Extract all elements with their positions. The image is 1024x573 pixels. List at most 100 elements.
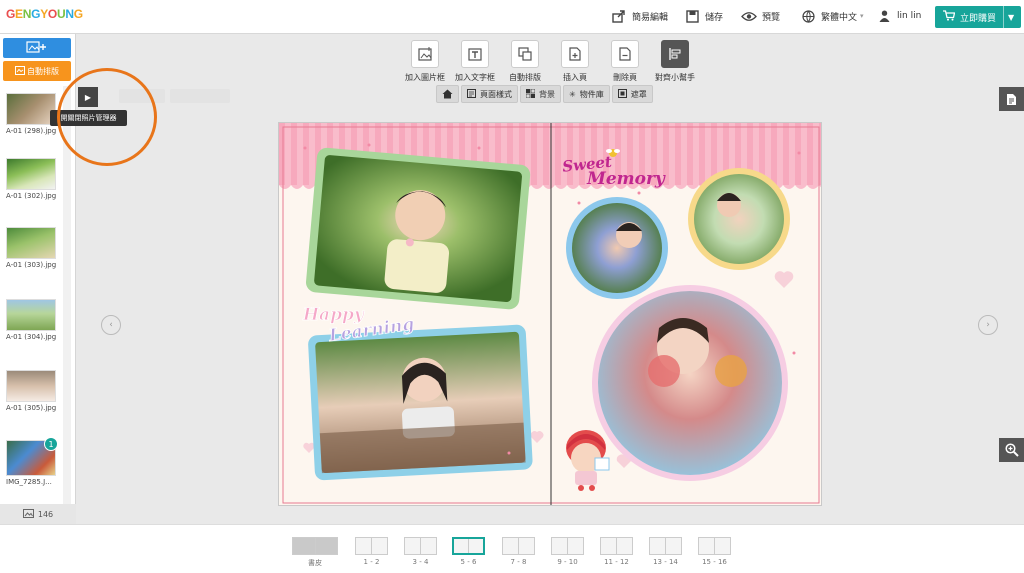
page-thumb[interactable]: 1 - 2 bbox=[355, 537, 388, 566]
auto-layout-tool[interactable]: 自動排版 bbox=[500, 40, 550, 83]
page-thumb-image bbox=[452, 537, 485, 555]
document-icon bbox=[1007, 93, 1016, 105]
auto-layout-sidebar-button[interactable]: 自動排版 bbox=[3, 61, 71, 81]
page-thumb-label: 3 - 4 bbox=[412, 558, 429, 566]
page-thumb-image bbox=[404, 537, 437, 555]
sidebar-scrollbar[interactable] bbox=[63, 86, 71, 542]
preview-button[interactable]: 預覽 bbox=[741, 9, 780, 23]
photo-thumbnail[interactable]: A-01 (304).jpg bbox=[6, 299, 58, 341]
page-thumb-label: 5 - 6 bbox=[460, 558, 477, 566]
page-thumb[interactable]: 5 - 6 bbox=[452, 537, 485, 566]
chevron-right-icon: › bbox=[986, 320, 990, 330]
share-icon bbox=[611, 9, 627, 23]
save-button[interactable]: 儲存 bbox=[684, 9, 723, 23]
page-thumb[interactable]: 11 - 12 bbox=[600, 537, 633, 566]
tab-background[interactable]: 背景 bbox=[520, 85, 561, 103]
photo-count: 146 bbox=[0, 504, 76, 524]
preview-label: 預覽 bbox=[762, 12, 781, 23]
page-thumb-label: 書皮 bbox=[308, 559, 322, 567]
page-thumb-label: 1 - 2 bbox=[363, 558, 380, 566]
tab-object-library[interactable]: ✳ 物件庫 bbox=[563, 85, 610, 103]
page-thumb-cover[interactable]: 書皮 bbox=[292, 537, 338, 568]
add-text-frame-icon bbox=[461, 40, 489, 68]
tab-label: 遮罩 bbox=[630, 89, 647, 99]
home-icon bbox=[442, 89, 453, 99]
chevron-left-icon: ‹ bbox=[109, 320, 113, 330]
usage-badge: 1 bbox=[44, 437, 58, 451]
page-thumb[interactable]: 3 - 4 bbox=[404, 537, 437, 566]
page-thumb-image bbox=[551, 537, 584, 555]
photo-caption: A-01 (303).jpg bbox=[6, 261, 57, 269]
annotation-circle bbox=[57, 68, 157, 166]
spread-artwork: Happy Learning Sweet Memory bbox=[279, 123, 821, 505]
page-thumb[interactable]: 7 - 8 bbox=[502, 537, 535, 566]
prev-page-button[interactable]: ‹ bbox=[101, 315, 121, 335]
photo-thumbnail[interactable]: A-01 (305).jpg bbox=[6, 370, 58, 412]
page-thumb-image bbox=[355, 537, 388, 555]
photo-thumbnail[interactable]: A-01 (303).jpg bbox=[6, 227, 58, 269]
easy-edit-label: 簡易編輯 bbox=[632, 12, 669, 23]
page-thumb-label: 7 - 8 bbox=[510, 558, 527, 566]
logo[interactable]: GENGYOUNG bbox=[6, 7, 83, 21]
chevron-down-icon: ▾ bbox=[860, 12, 864, 20]
tool-label: 對齊小幫手 bbox=[655, 73, 695, 82]
photo-caption: A-01 (298).jpg bbox=[6, 127, 57, 135]
chevron-down-icon[interactable]: ▼ bbox=[1008, 13, 1014, 22]
tool-label: 自動排版 bbox=[509, 73, 541, 82]
floppy-icon bbox=[684, 9, 700, 23]
page-thumb-image bbox=[600, 537, 633, 555]
page-thumb-image bbox=[698, 537, 731, 555]
page-options-tabs: 頁面樣式 背景 ✳ 物件庫 遮罩 bbox=[436, 85, 655, 103]
insert-page-tool[interactable]: 插入頁 bbox=[550, 40, 600, 83]
user-name: lin lin bbox=[897, 11, 922, 21]
tab-page-style[interactable]: 頁面樣式 bbox=[461, 85, 518, 103]
page-style-icon bbox=[467, 88, 476, 100]
memory-text: Memory bbox=[586, 169, 666, 189]
photo-caption: A-01 (302).jpg bbox=[6, 192, 57, 200]
save-label: 儲存 bbox=[705, 12, 724, 23]
home-button[interactable] bbox=[436, 85, 459, 103]
logo-letter: O bbox=[47, 7, 57, 21]
page-thumb[interactable]: 13 - 14 bbox=[649, 537, 682, 566]
photo-thumbnail[interactable]: A-01 (302).jpg bbox=[6, 158, 58, 200]
photo-caption: A-01 (305).jpg bbox=[6, 404, 57, 412]
tool-label: 加入圖片框 bbox=[405, 73, 445, 82]
logo-letter: G bbox=[73, 7, 83, 21]
page-thumb-label: 13 - 14 bbox=[653, 558, 678, 566]
easy-edit-button[interactable]: 簡易編輯 bbox=[611, 9, 668, 23]
top-bar: GENGYOUNG 簡易編輯 儲存 預覽 繁體中文 ▾ lin lin 立即購買… bbox=[0, 0, 1024, 34]
user-menu[interactable]: lin lin bbox=[876, 9, 921, 23]
page-thumb-label: 11 - 12 bbox=[604, 558, 629, 566]
page-thumb-label: 9 - 10 bbox=[557, 558, 578, 566]
delete-page-tool[interactable]: 刪除頁 bbox=[600, 40, 650, 83]
photo-caption: IMG_7285.J... bbox=[6, 478, 52, 486]
globe-icon bbox=[800, 9, 816, 23]
add-text-frame-tool[interactable]: 加入文字框 bbox=[450, 40, 500, 83]
language-select[interactable]: 繁體中文 ▾ bbox=[800, 9, 864, 23]
insert-page-icon bbox=[561, 40, 589, 68]
page-thumb-image bbox=[502, 537, 535, 555]
auto-layout-label: 自動排版 bbox=[27, 66, 59, 76]
page-thumb[interactable]: 15 - 16 bbox=[698, 537, 731, 566]
next-page-button[interactable]: › bbox=[978, 315, 998, 335]
buy-now-button[interactable]: 立即購買 ▼ bbox=[935, 6, 1021, 28]
add-photos-button[interactable] bbox=[3, 38, 71, 58]
tool-label: 插入頁 bbox=[563, 73, 587, 82]
tab-label: 物件庫 bbox=[579, 89, 604, 99]
logo-letter: U bbox=[56, 7, 66, 21]
notes-button[interactable] bbox=[999, 87, 1024, 111]
tool-label: 刪除頁 bbox=[613, 73, 637, 82]
zoom-button[interactable] bbox=[999, 438, 1024, 462]
tab-mask[interactable]: 遮罩 bbox=[611, 85, 653, 103]
mask-icon bbox=[617, 88, 627, 100]
align-helper-tool[interactable]: 對齊小幫手 bbox=[650, 40, 700, 83]
album-spread-canvas[interactable]: Happy Learning Sweet Memory bbox=[278, 122, 822, 506]
disabled-control bbox=[170, 89, 230, 103]
add-photos-icon bbox=[26, 41, 48, 55]
page-thumb[interactable]: 9 - 10 bbox=[551, 537, 584, 566]
photo-thumbnail[interactable]: 1 IMG_7285.J... bbox=[6, 437, 58, 486]
photos-icon bbox=[22, 508, 34, 520]
add-image-frame-tool[interactable]: 加入圖片框 bbox=[400, 40, 450, 83]
tab-label: 背景 bbox=[539, 89, 555, 99]
sparkle-icon: ✳ bbox=[569, 89, 576, 99]
